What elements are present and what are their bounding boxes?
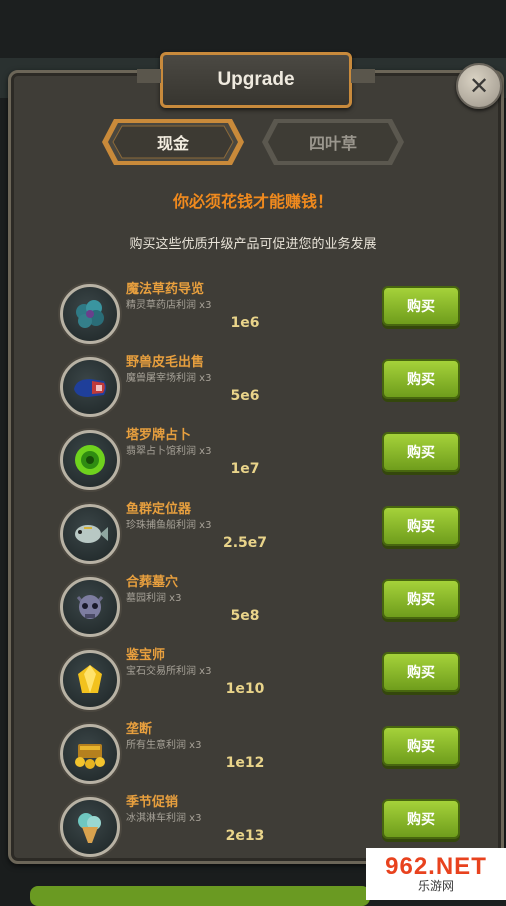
buy-button[interactable]: 购买: [382, 652, 460, 692]
upgrade-price: 5e8: [230, 608, 260, 624]
upgrade-desc: 冰淇淋车利润 x3: [126, 813, 202, 824]
upgrade-row: 垄断 所有生意利润 x3 1e12 购买: [60, 722, 470, 792]
tab-clover-label: 四叶草: [308, 134, 357, 153]
upgrade-row: 魔法草药导览 精灵草药店利润 x3 1e6 购买: [60, 282, 470, 352]
upgrade-price: 1e7: [230, 461, 260, 477]
watermark-top: 962.NET: [385, 853, 487, 880]
watermark-bottom: 乐游网: [417, 879, 454, 893]
buy-button[interactable]: 购买: [382, 799, 460, 839]
upgrade-desc: 翡翠占卜馆利润 x3: [126, 446, 212, 457]
headline: 你必须花钱才能赚钱！: [172, 192, 333, 211]
close-icon: ✕: [468, 72, 490, 100]
upgrade-desc: 精灵草药店利润 x3: [126, 300, 212, 311]
upgrade-name: 魔法草药导览: [126, 282, 205, 297]
close-button[interactable]: ✕: [456, 63, 502, 109]
buy-button[interactable]: 购买: [382, 359, 460, 399]
bottom-bar[interactable]: [30, 886, 370, 906]
window-title: Upgrade: [217, 69, 295, 90]
upgrade-desc: 珍珠捕鱼船利润 x3: [126, 520, 212, 531]
ice-cream-icon: [60, 797, 120, 857]
buy-button[interactable]: 购买: [382, 432, 460, 472]
upgrade-desc: 所有生意利润 x3: [126, 740, 202, 751]
buy-button[interactable]: 购买: [382, 726, 460, 766]
meat-hide-icon: [60, 357, 120, 417]
subline: 购买这些优质升级产品可促进您的业务发展: [129, 237, 377, 252]
fish-icon: [60, 504, 120, 564]
tab-clover[interactable]: 四叶草: [260, 117, 406, 167]
buy-button[interactable]: 购买: [382, 286, 460, 326]
herb-bush-icon: [60, 284, 120, 344]
upgrade-price: 1e10: [225, 681, 265, 697]
upgrade-name: 合葬墓穴: [126, 575, 179, 590]
upgrade-price: 1e6: [230, 315, 260, 331]
upgrade-price: 5e6: [230, 388, 260, 404]
upgrade-name: 鱼群定位器: [126, 502, 192, 517]
upgrade-name: 塔罗牌占卜: [126, 428, 192, 443]
gem-icon: [60, 650, 120, 710]
upgrade-row: 野兽皮毛出售 魔兽屠宰场利润 x3 5e6 购买: [60, 355, 470, 425]
site-watermark-logo: 962.NET 乐游网: [366, 848, 506, 900]
title-plate: Upgrade: [137, 52, 375, 108]
upgrade-desc: 墓园利润 x3: [126, 593, 182, 604]
tab-cash-label: 现金: [156, 134, 189, 153]
gold-chest-icon: [60, 724, 120, 784]
upgrade-name: 鉴宝师: [126, 648, 166, 663]
skull-icon: [60, 577, 120, 637]
tab-cash[interactable]: 现金: [100, 117, 246, 167]
upgrade-desc: 宝石交易所利润 x3: [126, 666, 212, 677]
upgrade-row: 鉴宝师 宝石交易所利润 x3 1e10 购买: [60, 648, 470, 718]
upgrade-price: 2.5e7: [222, 535, 268, 551]
upgrade-row: 合葬墓穴 墓园利润 x3 5e8 购买: [60, 575, 470, 645]
upgrade-name: 野兽皮毛出售: [126, 355, 205, 370]
upgrade-name: 季节促销: [126, 795, 179, 810]
upgrade-name: 垄断: [126, 722, 153, 737]
upgrade-desc: 魔兽屠宰场利润 x3: [126, 373, 212, 384]
upgrade-price: 1e12: [225, 755, 265, 771]
upgrade-price: 2e13: [225, 828, 265, 844]
buy-button[interactable]: 购买: [382, 506, 460, 546]
green-orb-icon: [60, 430, 120, 490]
upgrade-row: 塔罗牌占卜 翡翠占卜馆利润 x3 1e7 购买: [60, 428, 470, 498]
upgrade-row: 鱼群定位器 珍珠捕鱼船利润 x3 2.5e7 购买: [60, 502, 470, 572]
buy-button[interactable]: 购买: [382, 579, 460, 619]
